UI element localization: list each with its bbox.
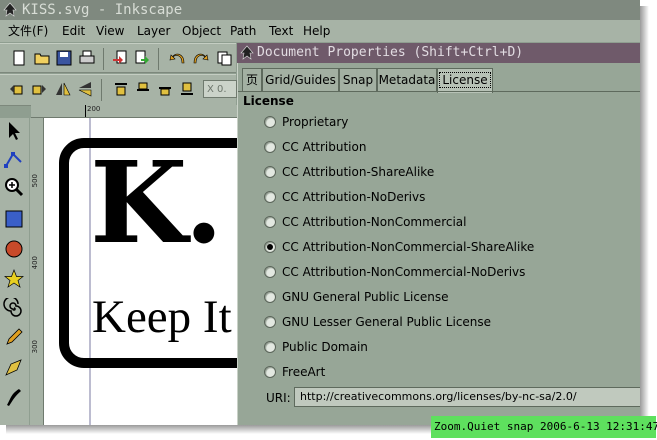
ruler-tick-label: 500	[31, 174, 39, 188]
radio-button[interactable]	[264, 116, 276, 128]
x-field-value: 0.	[217, 84, 227, 95]
open-folder-icon[interactable]	[33, 49, 51, 67]
document-properties-dialog: 页 Grid/Guides Snap Metadata License Lice…	[237, 63, 640, 425]
toolbar-separator	[158, 48, 159, 70]
snapshot-watermark: Zoom.Quiet snap 2006-6-13 12:31:47	[431, 416, 657, 438]
ellipse-tool-icon[interactable]	[3, 238, 25, 260]
toolbar-separator	[101, 79, 102, 101]
tab-grid-guides[interactable]: Grid/Guides	[262, 68, 339, 92]
drop-shadow-right	[640, 6, 649, 426]
tool-controls-toolbar	[0, 74, 236, 106]
flip-horizontal-icon[interactable]	[54, 80, 72, 98]
import-icon[interactable]	[111, 49, 129, 67]
tab-license[interactable]: License	[437, 68, 493, 93]
radio-button[interactable]	[264, 366, 276, 378]
menu-object[interactable]: Object	[182, 20, 221, 42]
window-titlebar: KISS.svg - Inkscape	[0, 0, 640, 20]
raise-to-top-icon[interactable]	[112, 80, 130, 98]
menu-file[interactable]: 文件(F)	[8, 20, 48, 42]
tab-snap[interactable]: Snap	[339, 68, 377, 92]
lower-icon[interactable]	[156, 80, 174, 98]
new-document-icon[interactable]	[10, 49, 28, 67]
rotate-ccw-icon[interactable]	[8, 80, 26, 98]
radio-button[interactable]	[264, 291, 276, 303]
copy-icon[interactable]	[215, 49, 233, 67]
commands-toolbar	[0, 43, 236, 73]
kiss-big-letters: K.	[90, 138, 223, 269]
radio-button[interactable]	[264, 191, 276, 203]
rotate-cw-icon[interactable]	[30, 80, 48, 98]
star-tool-icon[interactable]	[3, 268, 25, 290]
lower-to-bottom-icon[interactable]	[178, 80, 196, 98]
dialog-titlebar: Document Properties (Shift+Ctrl+D)	[237, 43, 640, 63]
flip-vertical-icon[interactable]	[76, 80, 94, 98]
radio-button-selected[interactable]	[264, 241, 276, 253]
tab-metadata[interactable]: Metadata	[377, 68, 437, 92]
kiss-keep-text: Keep It	[92, 291, 232, 343]
inkscape-logo-icon	[240, 45, 254, 60]
ruler-tick-label: 300	[31, 340, 39, 354]
license-section-label: License	[243, 94, 294, 108]
x-coordinate-field[interactable]: X 0.	[203, 80, 237, 98]
ruler-tick-label: 200	[87, 105, 101, 113]
radio-button[interactable]	[264, 341, 276, 353]
dialog-title: Document Properties (Shift+Ctrl+D)	[257, 45, 524, 60]
x-field-label: X	[207, 84, 214, 95]
calligraphy-tool-icon[interactable]	[3, 386, 25, 408]
rectangle-tool-icon[interactable]	[3, 208, 25, 230]
menu-text[interactable]: Text	[269, 20, 293, 42]
tab-page[interactable]: 页	[242, 68, 262, 92]
radio-button[interactable]	[264, 216, 276, 228]
pen-tool-icon[interactable]	[3, 356, 25, 378]
menu-edit[interactable]: Edit	[62, 20, 85, 42]
ruler-tick-label: 400	[31, 256, 39, 270]
radio-button[interactable]	[264, 166, 276, 178]
menu-view[interactable]: View	[96, 20, 124, 42]
uri-label: URI:	[266, 391, 291, 405]
uri-input[interactable]: http://creativecommons.org/licenses/by-n…	[294, 387, 640, 407]
zoom-tool-icon[interactable]	[3, 176, 25, 198]
export-icon[interactable]	[133, 49, 151, 67]
menu-help[interactable]: Help	[303, 20, 330, 42]
drawing-canvas[interactable]: K. Keep It	[44, 118, 237, 425]
radio-button[interactable]	[264, 266, 276, 278]
radio-button[interactable]	[264, 141, 276, 153]
tab-underline	[238, 91, 640, 92]
toolbar-separator	[103, 48, 104, 70]
save-icon[interactable]	[55, 49, 73, 67]
vertical-ruler[interactable]: 500 400 300	[30, 118, 44, 425]
raise-icon[interactable]	[134, 80, 152, 98]
toolbox	[0, 118, 29, 425]
menubar: 文件(F) Edit View Layer Object Path Text H…	[0, 20, 640, 42]
print-icon[interactable]	[78, 49, 96, 67]
menu-path[interactable]: Path	[230, 20, 256, 42]
menu-layer[interactable]: Layer	[137, 20, 170, 42]
selector-tool-icon[interactable]	[3, 120, 25, 142]
undo-icon[interactable]	[168, 49, 186, 67]
horizontal-ruler[interactable]: 200	[31, 105, 237, 118]
node-tool-icon[interactable]	[3, 148, 25, 170]
screenshot: KISS.svg - Inkscape 文件(F) Edit View Laye…	[0, 0, 640, 425]
window-title: KISS.svg - Inkscape	[22, 2, 183, 18]
pencil-tool-icon[interactable]	[3, 326, 25, 348]
spiral-tool-icon[interactable]	[3, 298, 25, 320]
redo-icon[interactable]	[192, 49, 210, 67]
inkscape-logo-icon	[3, 2, 17, 17]
radio-button[interactable]	[264, 316, 276, 328]
